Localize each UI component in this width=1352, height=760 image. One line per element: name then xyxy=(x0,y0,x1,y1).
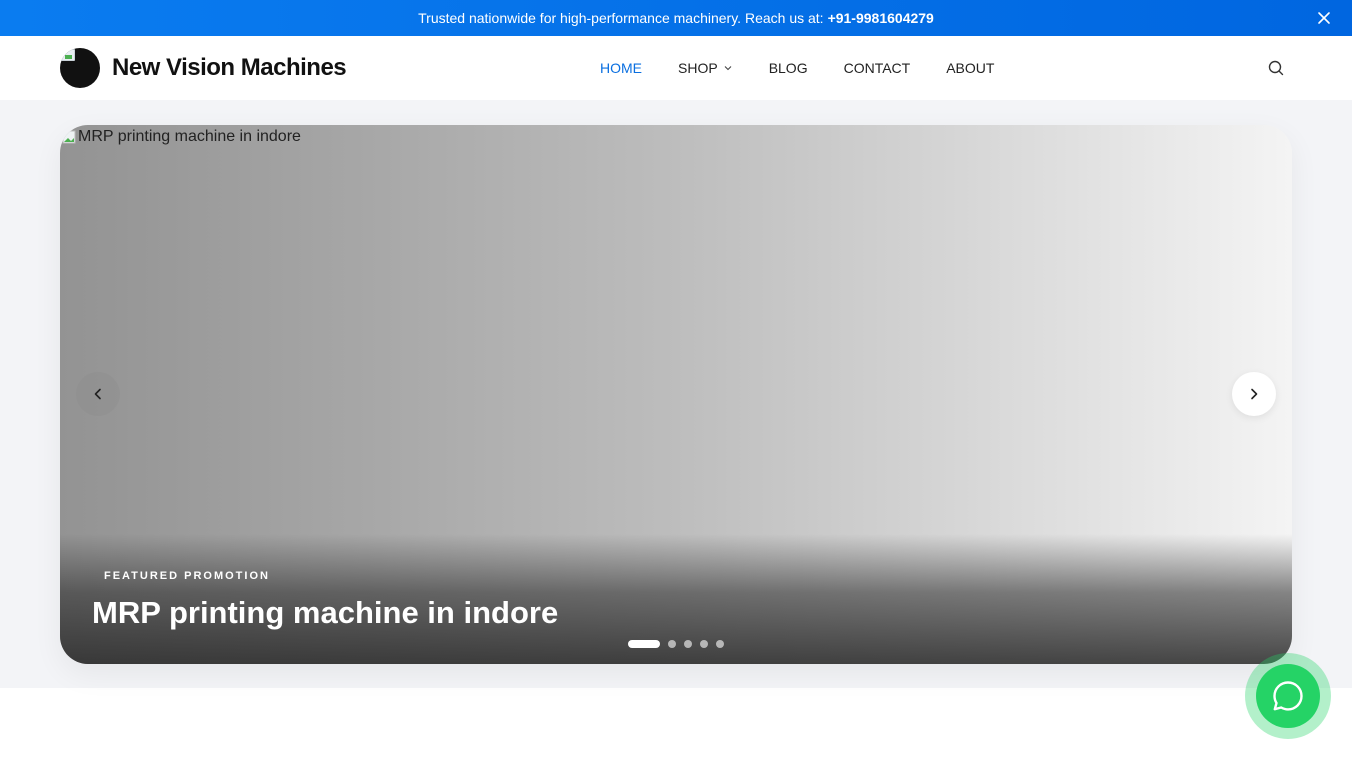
nav-item-contact[interactable]: CONTACT xyxy=(844,60,911,76)
slider-dot-2[interactable] xyxy=(668,640,676,648)
announcement-text: Trusted nationwide for high-performance … xyxy=(418,10,824,26)
chevron-down-icon xyxy=(724,66,732,71)
hero-tag: FEATURED PROMOTION xyxy=(104,570,270,582)
nav-item-shop[interactable]: SHOP xyxy=(678,60,733,76)
slider-dot-4[interactable] xyxy=(700,640,708,648)
slider-next-button[interactable] xyxy=(1232,372,1276,416)
hero-image: MRP printing machine in indore xyxy=(62,128,301,146)
nav-item-about[interactable]: ABOUT xyxy=(946,60,994,76)
slider-dot-1[interactable] xyxy=(628,640,660,648)
whatsapp-icon xyxy=(1273,681,1303,711)
brand-name: New Vision Machines xyxy=(112,54,347,81)
hero-section: MRP printing machine in indore FEATURED … xyxy=(0,100,1352,688)
chevron-right-icon xyxy=(1251,388,1258,400)
slider-dots xyxy=(628,640,732,648)
slider-dot-3[interactable] xyxy=(684,640,692,648)
nav-item-shop-label: SHOP xyxy=(678,60,718,76)
close-icon[interactable] xyxy=(1316,10,1332,26)
hero-image-alt-text: MRP printing machine in indore xyxy=(78,128,301,145)
hero-title: MRP printing machine in indore xyxy=(92,595,559,630)
search-icon[interactable] xyxy=(1266,58,1286,78)
site-header: New Vision Machines HOME SHOP BLOG CONTA… xyxy=(0,36,1352,100)
broken-image-icon xyxy=(62,130,76,144)
brand-link[interactable]: New Vision Machines xyxy=(60,48,347,88)
whatsapp-chat-button[interactable] xyxy=(1245,653,1331,739)
chevron-left-icon xyxy=(94,388,101,400)
slider-dot-5[interactable] xyxy=(716,640,724,648)
whatsapp-button-inner xyxy=(1256,664,1320,728)
slider-prev-button[interactable] xyxy=(76,372,120,416)
announcement-phone[interactable]: +91-9981604279 xyxy=(828,10,934,26)
main-nav: HOME SHOP BLOG CONTACT ABOUT xyxy=(600,36,1030,100)
hero-slider[interactable]: MRP printing machine in indore FEATURED … xyxy=(60,125,1292,664)
broken-image-icon xyxy=(61,49,75,61)
logo xyxy=(60,48,100,88)
nav-item-blog[interactable]: BLOG xyxy=(769,60,808,76)
announcement-bar: Trusted nationwide for high-performance … xyxy=(0,0,1352,36)
nav-item-home[interactable]: HOME xyxy=(600,60,642,76)
